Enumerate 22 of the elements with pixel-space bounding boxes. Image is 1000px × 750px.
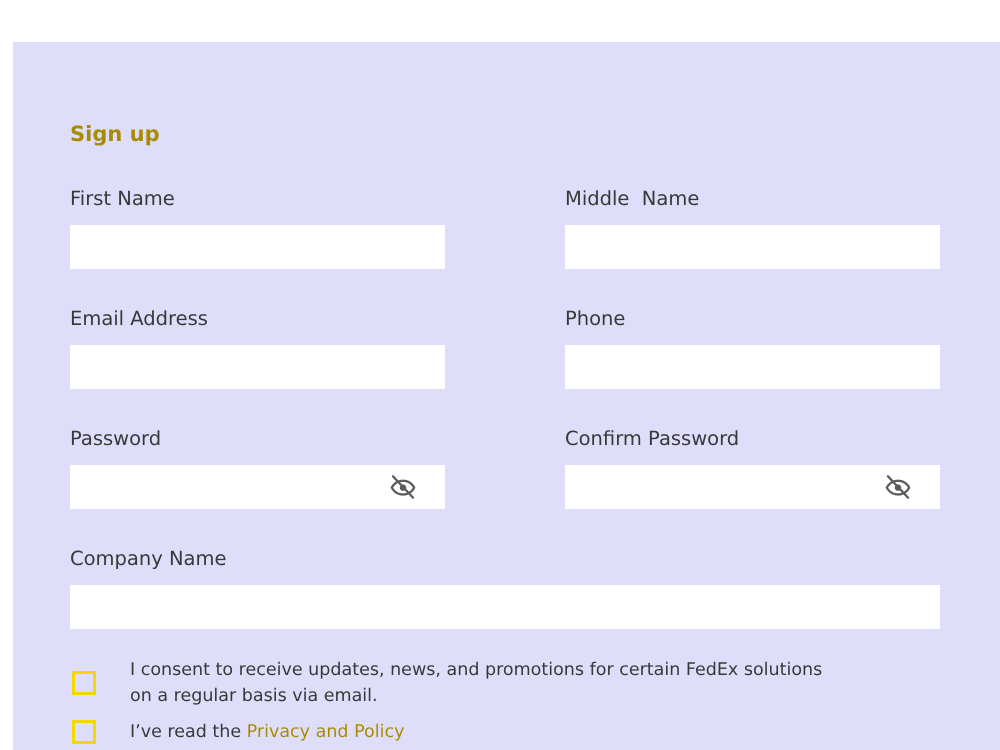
input-field[interactable] bbox=[70, 345, 445, 389]
input-field[interactable] bbox=[565, 225, 940, 269]
checkbox[interactable] bbox=[72, 671, 96, 695]
consent-text: I’ve read the Privacy and Policy bbox=[130, 721, 404, 744]
password-field[interactable] bbox=[565, 465, 940, 509]
checkbox[interactable] bbox=[72, 720, 96, 744]
eye-slash-icon[interactable] bbox=[883, 472, 913, 502]
eye-slash-icon[interactable] bbox=[388, 472, 418, 502]
consent-text: I consent to receive updates, news, and promotions for certain FedEx solutions on a regular basis via email. bbox=[130, 659, 824, 708]
input-field[interactable] bbox=[70, 585, 940, 629]
field-label: Phone bbox=[565, 306, 626, 332]
form-title: Sign up bbox=[70, 121, 160, 148]
password-field[interactable] bbox=[70, 465, 445, 509]
privacy-policy-link[interactable]: Privacy and Policy bbox=[246, 722, 404, 742]
field-label: First Name bbox=[70, 186, 175, 212]
field-label: Email Address bbox=[70, 306, 208, 332]
field-label: Middle Name bbox=[565, 186, 700, 212]
input-field[interactable] bbox=[70, 225, 445, 269]
field-label: Confirm Password bbox=[565, 426, 740, 452]
field-label: Company Name bbox=[70, 546, 226, 572]
input-field[interactable] bbox=[565, 345, 940, 389]
field-label: Password bbox=[70, 426, 162, 452]
